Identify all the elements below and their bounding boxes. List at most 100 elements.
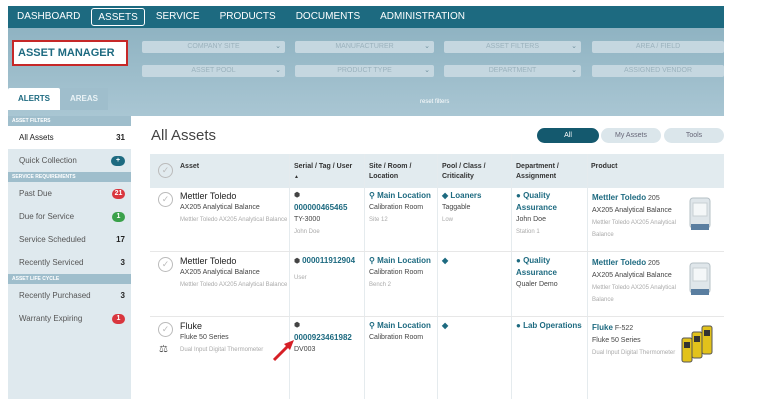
sidebar-item-recently-purchased[interactable]: Recently Purchased 3 (8, 284, 131, 307)
filter-company-site[interactable]: COMPANY SITE ⌄ (142, 41, 285, 53)
sidebar-tabs: ALERTS AREAS (8, 88, 109, 110)
table-row[interactable]: ✓ Mettler Toledo AX205 Analytical Balanc… (150, 188, 724, 252)
product-detail: Mettler Toledo AX205 Analytical Balance (592, 220, 676, 238)
asset-name[interactable]: Fluke (180, 320, 288, 332)
nav-administration[interactable]: ADMINISTRATION (371, 8, 474, 26)
product-link[interactable]: Fluke (592, 323, 613, 332)
sidebar-item-service-scheduled[interactable]: Service Scheduled 17 (8, 228, 131, 251)
filter-product-type[interactable]: PRODUCT TYPE ⌄ (295, 65, 434, 77)
sidebar-item-quick-collection[interactable]: Quick Collection + (8, 149, 131, 172)
site-link[interactable]: ⚲ Main Location (369, 255, 437, 267)
chevron-down-icon: ⌄ (275, 43, 281, 50)
column-header-asset[interactable]: Asset (180, 162, 199, 172)
tag: TY-3000 (294, 216, 321, 223)
tab-alerts[interactable]: ALERTS (8, 88, 60, 110)
room: Calibration Room (369, 269, 424, 276)
filter-assigned-vendor[interactable]: ASSIGNED VENDOR (592, 65, 724, 77)
nav-assets[interactable]: ASSETS (91, 8, 145, 26)
product-detail: Mettler Toledo AX205 Analytical Balance (592, 285, 676, 303)
department-name: Quality Assurance (516, 191, 557, 212)
department-link[interactable]: ● Quality Assurance (516, 190, 586, 214)
page-title: All Assets (151, 127, 217, 144)
box-icon: ⬢ (294, 322, 301, 329)
column-header-pool[interactable]: Pool / Class / Criticality (442, 162, 508, 182)
map-pin-icon: ⚲ (369, 256, 378, 265)
toggle-tools[interactable]: Tools (664, 128, 724, 143)
sidebar-item-label: All Assets (19, 133, 54, 142)
count: 17 (116, 235, 125, 244)
filter-label: AREA / FIELD (635, 43, 681, 50)
sidebar: ASSET FILTERS All Assets 31 Quick Collect… (8, 116, 131, 399)
sidebar-item-label: Quick Collection (19, 156, 77, 165)
nav-products[interactable]: PRODUCTS (211, 8, 285, 26)
sidebar-item-past-due[interactable]: Past Due 21 (8, 182, 131, 205)
filter-label: COMPANY SITE (187, 43, 240, 50)
filter-bar: ASSET MANAGER COMPANY SITE ⌄ MANUFACTURER… (8, 28, 724, 116)
filter-department[interactable]: DEPARTMENT ⌄ (444, 65, 581, 77)
product-link[interactable]: Mettler Toledo (592, 193, 646, 202)
column-header-product[interactable]: Product (591, 162, 617, 172)
nav-dashboard[interactable]: DASHBOARD (8, 8, 89, 26)
thermometer-product-image (681, 325, 713, 363)
balance-product-image (689, 197, 711, 230)
sidebar-item-label: Recently Purchased (19, 291, 91, 300)
filter-manufacturer[interactable]: MANUFACTURER ⌄ (295, 41, 434, 53)
department-link[interactable]: ● Lab Operations (516, 320, 586, 332)
asset-name[interactable]: Mettler Toledo (180, 190, 288, 202)
site-link[interactable]: ⚲ Main Location (369, 320, 437, 332)
room: Calibration Room (369, 204, 424, 211)
pool-link[interactable]: ◆ Loaners (442, 190, 510, 202)
sidebar-item-warranty-expiring[interactable]: Warranty Expiring 1 (8, 307, 131, 330)
product-link[interactable]: Mettler Toledo (592, 258, 646, 267)
department-link[interactable]: ● Quality Assurance (516, 255, 586, 279)
sidebar-item-label: Warranty Expiring (19, 314, 83, 323)
site-link[interactable]: ⚲ Main Location (369, 190, 437, 202)
product-detail: Dual Input Digital Thermometer (592, 350, 676, 356)
chevron-down-icon: ⌄ (424, 67, 430, 74)
asset-description: AX205 Analytical Balance (180, 204, 260, 211)
station: Station 1 (516, 229, 540, 235)
top-navigation: DASHBOARD ASSETS SERVICE PRODUCTS DOCUME… (8, 6, 724, 28)
tag-icon: ◆ (442, 256, 449, 265)
count-badge: 21 (112, 188, 125, 199)
row-checkbox[interactable]: ✓ (158, 322, 173, 337)
toggle-my-assets[interactable]: My Assets (601, 128, 661, 143)
table-row[interactable]: ✓ ⚖ Fluke Fluke 50 Series Dual Input Dig… (150, 318, 724, 399)
asset-detail: Mettler Toledo AX205 Analytical Balance (180, 217, 288, 223)
reset-filters-link[interactable]: reset filters (420, 99, 449, 105)
tag-icon: ◆ (442, 321, 449, 330)
row-checkbox[interactable]: ✓ (158, 192, 173, 207)
tab-areas[interactable]: AREAS (60, 88, 109, 110)
sidebar-item-recently-serviced[interactable]: Recently Serviced 3 (8, 251, 131, 274)
filter-label: DEPARTMENT (488, 67, 537, 74)
column-header-site[interactable]: Site / Room / Location (369, 162, 435, 182)
filter-area-field[interactable]: AREA / FIELD (592, 41, 724, 53)
add-icon: + (111, 155, 125, 166)
serial-link[interactable]: 000011912904 (302, 256, 355, 265)
serial-link[interactable]: 0000923461982 (294, 332, 364, 344)
asset-manager-app: DASHBOARD ASSETS SERVICE PRODUCTS DOCUME… (0, 0, 760, 399)
nav-service[interactable]: SERVICE (147, 8, 209, 26)
filter-asset-filters[interactable]: ASSET FILTERS ⌄ (444, 41, 581, 53)
select-all-checkbox[interactable]: ✓ (158, 163, 173, 178)
column-header-department[interactable]: Department / Assignment (516, 162, 582, 182)
serial-link[interactable]: 000000465465 (294, 202, 362, 214)
table-row[interactable]: ✓ Mettler Toledo AX205 Analytical Balanc… (150, 253, 724, 317)
count: 3 (120, 258, 125, 267)
filter-asset-pool[interactable]: ASSET POOL ⌄ (142, 65, 285, 77)
product-description: AX205 Analytical Balance (592, 207, 672, 214)
nav-documents[interactable]: DOCUMENTS (287, 8, 369, 26)
toggle-all[interactable]: All (537, 128, 599, 143)
red-arrow-annotation (272, 340, 294, 362)
room: Calibration Room (369, 334, 424, 341)
sidebar-item-all-assets[interactable]: All Assets 31 (8, 126, 131, 149)
row-checkbox[interactable]: ✓ (158, 257, 173, 272)
user: User (294, 275, 307, 281)
site-name: Main Location (377, 256, 431, 265)
asset-name[interactable]: Mettler Toledo (180, 255, 288, 267)
asset-detail: Mettler Toledo AX205 Analytical Balance (180, 282, 288, 288)
sidebar-item-due-for-service[interactable]: Due for Service 1 (8, 205, 131, 228)
column-label: Serial / Tag / User (294, 163, 353, 170)
column-header-serial[interactable]: Serial / Tag / User ▲ (294, 162, 360, 182)
app-title: ASSET MANAGER (12, 40, 128, 66)
